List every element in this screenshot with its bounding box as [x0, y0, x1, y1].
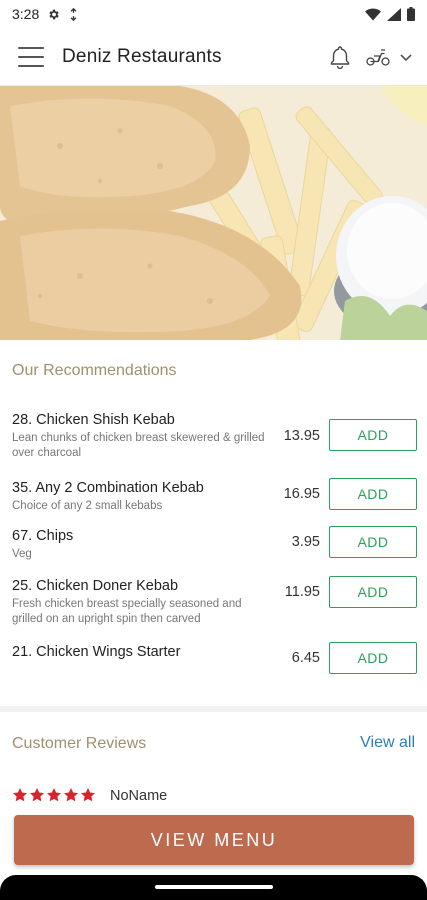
item-name: 67. Chips [12, 528, 74, 544]
item-name: 35. Any 2 Combination Kebab [12, 480, 204, 496]
item-description: Fresh chicken breast specially seasoned … [12, 598, 242, 625]
delivery-mode-selector[interactable] [365, 47, 413, 67]
wifi-icon [365, 7, 381, 20]
reviews-title: Customer Reviews [12, 735, 147, 752]
list-item: 21. Chicken Wings Starter 6.45 ADD [0, 642, 427, 682]
data-saver-icon [70, 7, 77, 21]
star-rating [12, 787, 96, 803]
star-icon [13, 787, 27, 801]
list-item: 28. Chicken Shish Kebab Lean chunks of c… [0, 410, 427, 478]
star-icon [30, 787, 44, 801]
chevron-down-icon [400, 53, 412, 61]
signal-icon [387, 7, 401, 21]
hero-food-image [0, 86, 427, 340]
add-button[interactable]: ADD [329, 478, 417, 510]
item-price: 16.95 [283, 486, 320, 502]
item-name: 25. Chicken Doner Kebab [12, 578, 179, 594]
add-button[interactable]: ADD [329, 642, 417, 674]
view-menu-button[interactable]: VIEW MENU [14, 815, 414, 865]
menu-icon[interactable] [18, 46, 44, 67]
star-icon [64, 787, 78, 801]
add-button[interactable]: ADD [329, 576, 417, 608]
battery-icon [407, 7, 415, 21]
recommendations-title: Our Recommendations [12, 362, 177, 379]
item-description: Lean chunks of chicken breast skewered &… [12, 432, 265, 459]
item-description: Choice of any 2 small kebabs [12, 500, 163, 512]
add-button[interactable]: ADD [329, 419, 417, 451]
list-item: 25. Chicken Doner Kebab Fresh chicken br… [0, 576, 427, 642]
star-icon [81, 787, 95, 801]
item-name: 21. Chicken Wings Starter [12, 644, 181, 660]
navigation-bar [0, 875, 427, 900]
section-divider [0, 706, 427, 712]
app-bar: Deniz Restaurants [0, 28, 427, 86]
item-price: 11.95 [284, 584, 320, 600]
item-price: 13.95 [283, 428, 320, 444]
list-item: 67. Chips Veg 3.95 ADD [0, 526, 427, 576]
home-gesture-handle[interactable] [155, 885, 273, 889]
star-icon [47, 787, 61, 801]
item-name: 28. Chicken Shish Kebab [12, 412, 175, 428]
settings-icon [49, 9, 59, 19]
view-all-reviews-link[interactable]: View all [360, 734, 415, 752]
recommendations-list: 28. Chicken Shish Kebab Lean chunks of c… [0, 410, 427, 682]
bell-icon[interactable] [329, 45, 351, 69]
list-item: 35. Any 2 Combination Kebab Choice of an… [0, 478, 427, 526]
app-title: Deniz Restaurants [62, 45, 222, 67]
scooter-icon [366, 48, 390, 66]
item-description: Veg [12, 548, 32, 560]
reviewer-name: NoName [110, 788, 168, 804]
item-price: 6.45 [291, 650, 320, 666]
add-button[interactable]: ADD [329, 526, 417, 558]
item-price: 3.95 [291, 534, 320, 550]
review-item: NoName [12, 785, 167, 804]
status-time: 3:28 [12, 6, 40, 22]
status-bar: 3:28 [0, 0, 427, 28]
